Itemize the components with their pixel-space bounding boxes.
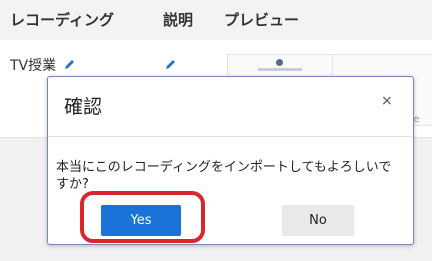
- column-header-description[interactable]: 説明: [163, 9, 193, 30]
- dialog-title: 確認: [64, 96, 103, 118]
- edit-name-pencil-icon[interactable]: [63, 58, 76, 75]
- column-header-preview[interactable]: プレビュー: [224, 9, 299, 30]
- table-header: レコーディング 説明 プレビュー: [0, 0, 432, 41]
- recording-name: TV授業: [10, 58, 57, 74]
- close-icon[interactable]: ×: [381, 93, 393, 109]
- column-header-recording[interactable]: レコーディング: [10, 9, 114, 30]
- confirm-dialog: 確認 × 本当にこのレコーディングをインポートしてもよろしいですか? Yes N…: [47, 76, 414, 245]
- no-button[interactable]: No: [282, 205, 354, 236]
- dialog-divider: [48, 136, 413, 137]
- preview-logo-icon: [276, 59, 283, 66]
- edit-description-pencil-icon[interactable]: [164, 56, 177, 75]
- recording-name-cell: TV授業: [10, 55, 76, 75]
- dialog-message: 本当にこのレコーディングをインポートしてもよろしいですか?: [56, 160, 392, 192]
- yes-button[interactable]: Yes: [101, 205, 181, 236]
- preview-title-line: [258, 68, 302, 71]
